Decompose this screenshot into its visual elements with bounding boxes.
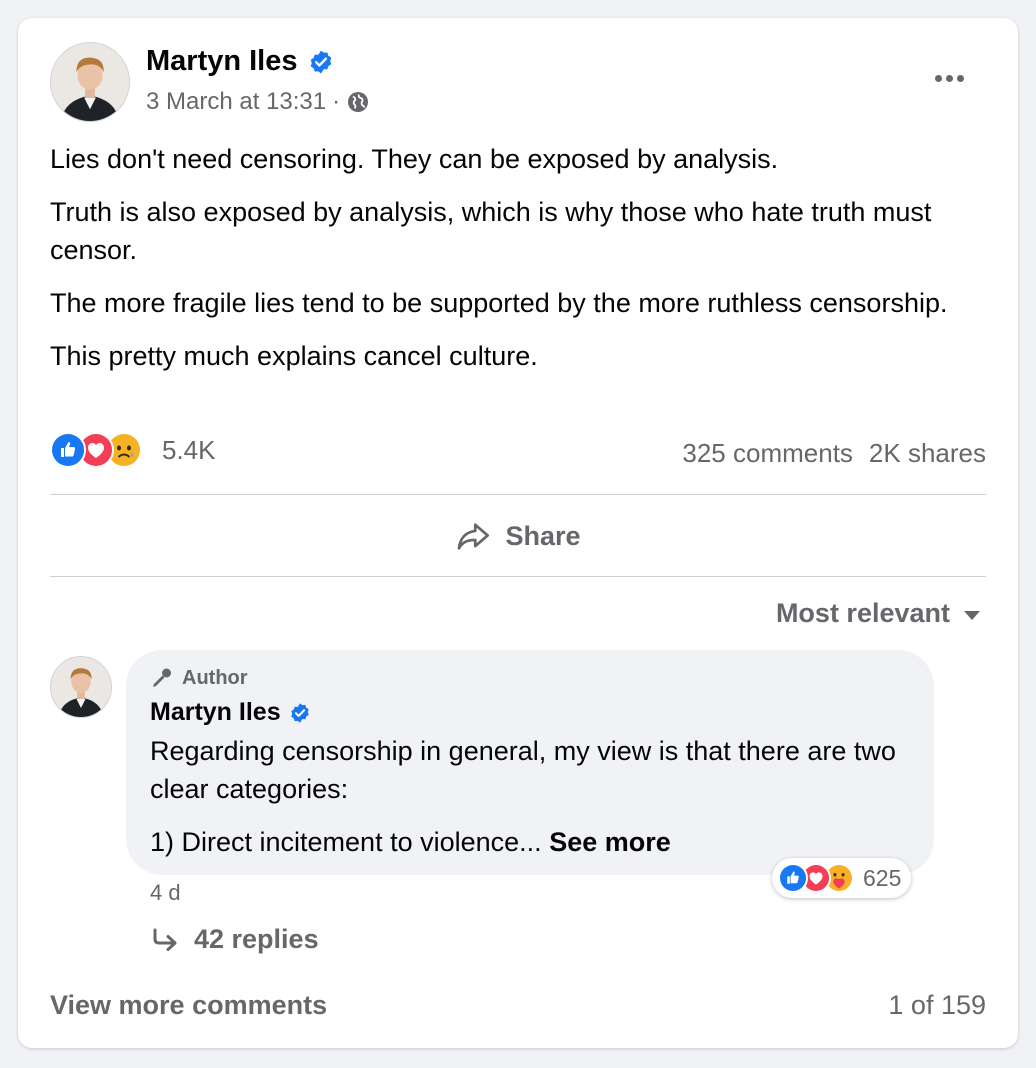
- post-paragraph: The more fragile lies tend to be support…: [50, 288, 948, 318]
- post-stats: 325 comments 2K shares: [682, 438, 986, 469]
- replies-label: 42 replies: [194, 924, 319, 954]
- comment-reactions[interactable]: 625: [772, 858, 912, 898]
- globe-icon[interactable]: [346, 90, 370, 114]
- avatar-image: [51, 43, 129, 121]
- share-icon: [458, 523, 490, 550]
- reaction-count[interactable]: 5.4K: [162, 435, 216, 466]
- post-author-name-text[interactable]: Martyn Iles: [146, 45, 298, 78]
- comment-paragraph: Regarding censorship in general, my view…: [150, 736, 896, 804]
- see-more-link[interactable]: See more: [549, 827, 671, 857]
- caret-down-icon: [964, 611, 980, 620]
- verified-icon: [290, 702, 309, 723]
- comment-paragraph-text: 1) Direct incitement to violence...: [150, 827, 542, 857]
- post-paragraph: This pretty much explains cancel culture…: [50, 341, 538, 371]
- post-text: Lies don't need censoring. They can be e…: [50, 140, 1000, 390]
- comment-text: Regarding censorship in general, my view…: [150, 732, 920, 876]
- post-author-name[interactable]: Martyn Iles: [146, 45, 334, 78]
- comment-bubble: Author Martyn Iles Regarding censorship …: [126, 650, 934, 875]
- comment-sort-dropdown[interactable]: Most relevant: [776, 598, 980, 629]
- comments-pager: 1 of 159: [888, 990, 986, 1020]
- author-badge: Author: [150, 666, 248, 690]
- comment-author-avatar[interactable]: [50, 656, 112, 718]
- more-options-button[interactable]: [924, 60, 974, 96]
- view-replies-button[interactable]: 42 replies: [150, 924, 319, 955]
- author-badge-label: Author: [182, 666, 248, 689]
- view-more-comments-button[interactable]: View more comments: [50, 990, 327, 1021]
- share-button[interactable]: Share: [50, 495, 986, 577]
- sort-label: Most relevant: [775, 598, 950, 628]
- verified-icon: [310, 50, 331, 73]
- post-meta: 3 March at 13:31 ·: [146, 88, 370, 116]
- post-timestamp[interactable]: 3 March at 13:31: [146, 88, 326, 116]
- like-icon: [50, 432, 86, 468]
- meta-separator: ·: [332, 88, 341, 115]
- comment-time[interactable]: 4 d: [150, 880, 181, 906]
- shares-count[interactable]: 2K shares: [869, 438, 986, 469]
- divider: [50, 576, 986, 577]
- avatar-image: [51, 657, 111, 717]
- post-paragraph: Lies don't need censoring. They can be e…: [50, 144, 779, 174]
- more-icon: [934, 74, 942, 82]
- comment-paragraph: 1) Direct incitement to violence... See …: [150, 823, 920, 861]
- reply-arrow-icon: [153, 928, 177, 951]
- post-reactions[interactable]: 5.4K: [50, 432, 216, 468]
- comment-reaction-count: 625: [863, 864, 902, 891]
- like-icon: [778, 863, 808, 893]
- comments-count[interactable]: 325 comments: [682, 438, 853, 469]
- post-author-avatar[interactable]: [50, 42, 130, 122]
- share-label: Share: [505, 520, 581, 551]
- reaction-icons: [50, 432, 142, 468]
- author-badge-icon: [153, 668, 171, 687]
- post-paragraph: Truth is also exposed by analysis, which…: [50, 197, 932, 265]
- comment-author-name-text[interactable]: Martyn Iles: [150, 698, 281, 727]
- comment-author-name[interactable]: Martyn Iles: [150, 698, 311, 727]
- post-card: Martyn Iles 3 March at 13:31 · Lies don'…: [18, 18, 1018, 1048]
